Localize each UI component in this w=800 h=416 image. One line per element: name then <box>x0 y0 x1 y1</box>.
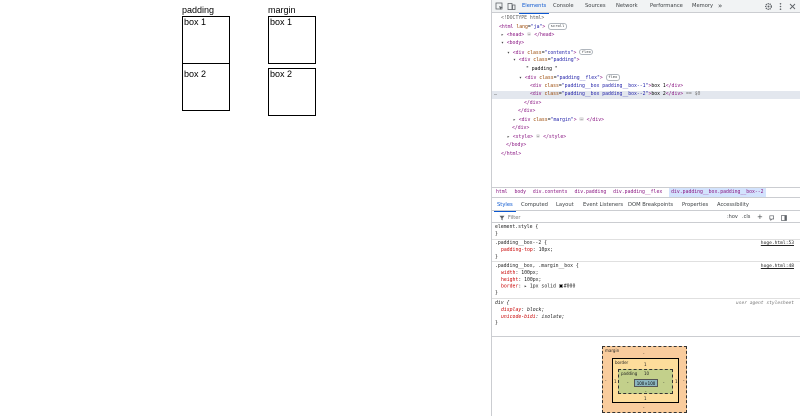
breadcrumb-padding[interactable]: div.padding <box>574 188 606 197</box>
dom-tree: <!DOCTYPE html> <html lang="ja"> scroll … <box>492 14 800 186</box>
rule-padding-box-margin-box[interactable]: .padding__box, .margin__box {hoge.html:4… <box>492 264 800 299</box>
tab-styles[interactable]: Styles <box>494 199 516 212</box>
collapsed-ellipsis[interactable]: … <box>535 133 541 139</box>
tab-dom-breakpoints[interactable]: DOM Breakpoints <box>628 199 673 211</box>
tab-computed[interactable]: Computed <box>521 199 548 211</box>
tab-layout[interactable]: Layout <box>556 199 574 211</box>
dom-line-style[interactable]: ▸ <style> … </style> <box>492 133 800 142</box>
box-model-border[interactable]: border 1 1 1 1 padding 10 - - - 100×100 <box>612 358 679 403</box>
breadcrumb-padding-box-2[interactable]: div.padding__box.padding__box--2 <box>669 188 766 197</box>
settings-icon[interactable] <box>764 2 773 11</box>
dom-line-padding[interactable]: ▾ <div class="padding"> <box>492 57 800 65</box>
dom-line-contents[interactable]: ▾ <div class="contents"> flex <box>492 48 800 57</box>
padding-box-1: box 1 <box>182 16 230 64</box>
new-rule-button[interactable]: + <box>757 212 763 223</box>
collapse-triangle-icon[interactable]: ▾ <box>501 41 504 46</box>
inspect-element-icon[interactable] <box>495 2 504 11</box>
dom-line-box2-selected[interactable]: … <div class="padding__box padding__box--… <box>492 91 800 100</box>
breadcrumb-html[interactable]: html <box>496 188 508 197</box>
tab-performance[interactable]: Performance <box>650 0 683 13</box>
close-icon[interactable] <box>788 2 797 11</box>
dom-line-padding-text[interactable]: " padding " <box>492 66 800 74</box>
breadcrumb-contents[interactable]: div.contents <box>533 188 568 197</box>
scroll-badge[interactable]: scroll <box>548 23 567 30</box>
styles-filter-bar: :hov .cls + <box>492 212 800 223</box>
collapsed-ellipsis[interactable]: … <box>527 31 532 37</box>
breadcrumb: html body div.contents div.padding div.p… <box>492 187 800 198</box>
tab-elements[interactable]: Elements <box>518 0 550 14</box>
padding-box-2: box 2 <box>182 63 230 111</box>
dom-line-margin[interactable]: ▸ <div class="margin"> … </div> <box>492 116 800 125</box>
rule-source-link[interactable]: hoge.html:48 <box>761 264 794 271</box>
margin-column: margin box 1 box 2 <box>268 5 316 116</box>
expand-triangle-icon[interactable]: ▸ <box>507 135 510 140</box>
device-toolbar-icon[interactable] <box>507 2 516 11</box>
dom-line-padding-flex[interactable]: ▾ <div class="padding__flex"> flex <box>492 74 800 82</box>
class-toggle-button[interactable]: .cls <box>742 212 750 223</box>
tab-memory[interactable]: Memory <box>692 0 713 13</box>
dom-line-html[interactable]: <html lang="ja"> scroll <box>492 23 800 31</box>
tab-network[interactable]: Network <box>616 0 638 13</box>
flex-badge[interactable]: flex <box>579 48 594 56</box>
styles-pane: element.style { } .padding__box--2 {hoge… <box>492 224 800 334</box>
box-model-margin[interactable]: margin - - - - border 1 1 1 1 padding 10… <box>602 346 687 413</box>
breadcrumb-padding-flex[interactable]: div.padding__flex <box>613 188 662 197</box>
margin-box-1: box 1 <box>268 16 316 64</box>
devtools-tabbar: Elements Console Sources Network Perform… <box>492 0 800 14</box>
flex-badge[interactable]: flex <box>605 74 620 81</box>
page-viewport: padding box 1 box 2 margin box 1 box 2 <box>0 0 491 416</box>
rule-source-link[interactable]: hoge.html:53 <box>761 241 794 248</box>
devtools-panel: Elements Console Sources Network Perform… <box>491 0 800 416</box>
tab-console[interactable]: Console <box>553 0 574 13</box>
box-model-content[interactable]: 100×100 <box>634 379 658 387</box>
dom-line-head[interactable]: ▸ <head> … </head> <box>492 31 800 40</box>
collapse-triangle-icon[interactable]: ▾ <box>513 58 516 63</box>
tab-properties[interactable]: Properties <box>682 199 708 211</box>
hover-state-button[interactable]: :hov <box>727 212 738 223</box>
styles-filter-input[interactable] <box>508 212 658 223</box>
dom-line-box1[interactable]: <div class="padding__box padding__box--1… <box>492 83 800 91</box>
dom-line-body-close[interactable]: </body> <box>492 142 800 150</box>
tab-event-listeners[interactable]: Event Listeners <box>583 199 623 211</box>
tab-accessibility[interactable]: Accessibility <box>717 199 749 211</box>
padding-column: padding box 1 box 2 <box>182 5 230 111</box>
rule-padding-box-2[interactable]: .padding__box--2 {hoge.html:53 padding-t… <box>492 241 800 263</box>
box-model-padding[interactable]: padding 10 - - - 100×100 <box>618 369 673 394</box>
collapse-triangle-icon[interactable]: ▾ <box>519 76 522 81</box>
rule-element-style[interactable]: element.style { } <box>492 225 800 240</box>
more-tabs-icon[interactable]: » <box>718 0 722 13</box>
dom-line-close[interactable]: </div> <box>492 108 800 116</box>
color-swatch[interactable] <box>558 284 563 289</box>
padding-title: padding <box>182 5 215 15</box>
dom-line-body[interactable]: ▾ <body> <box>492 40 800 48</box>
rule-div-user-agent[interactable]: div {user agent stylesheet display: bloc… <box>492 301 800 328</box>
margin-box-2: box 2 <box>268 68 316 116</box>
dom-line-html-close[interactable]: </html> <box>492 151 800 159</box>
tab-sources[interactable]: Sources <box>585 0 606 13</box>
styles-tabbar: Styles Computed Layout Event Listeners D… <box>492 199 800 212</box>
more-options-icon[interactable] <box>776 2 785 11</box>
dom-line-close[interactable]: </div> <box>492 100 800 108</box>
collapsed-ellipsis[interactable]: … <box>579 116 584 122</box>
collapse-triangle-icon[interactable]: ▾ <box>507 50 510 55</box>
breadcrumb-body[interactable]: body <box>514 188 526 197</box>
expand-triangle-icon[interactable]: ▸ <box>501 33 504 38</box>
margin-title: margin <box>268 5 296 15</box>
expand-triangle-icon[interactable]: ▸ <box>513 118 516 123</box>
divider <box>492 336 800 337</box>
